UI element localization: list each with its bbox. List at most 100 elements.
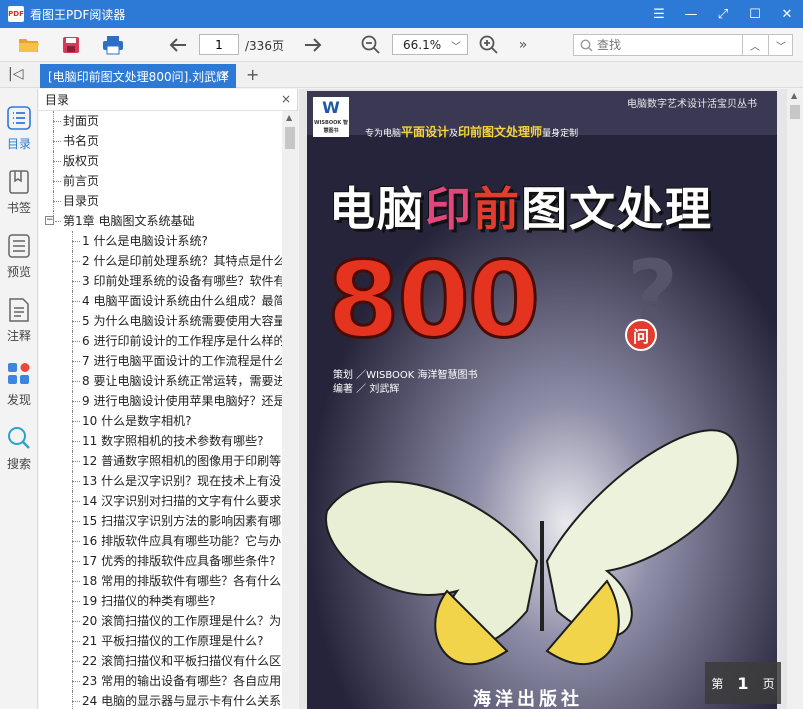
page-indicator-suffix: 页 — [762, 676, 775, 691]
page-indicator-prefix: 第 — [711, 676, 724, 691]
toc-item[interactable]: 书名页 — [39, 131, 282, 151]
save-icon[interactable] — [60, 34, 82, 56]
toc-item[interactable]: 版权页 — [39, 151, 282, 171]
add-tab-button[interactable]: + — [246, 65, 259, 84]
toc-item[interactable]: 15 扫描汉字识别方法的影响因素有哪 — [39, 511, 282, 531]
open-folder-icon[interactable] — [18, 34, 40, 56]
toc-item[interactable]: 4 电脑平面设计系统由什么组成？最简 — [39, 291, 282, 311]
more-icon[interactable]: » — [512, 34, 534, 56]
rail-item-preview[interactable]: 预览 — [0, 233, 38, 291]
tab-label: [电脑印前图文处理800问].刘武辉 — [48, 69, 229, 84]
toc-item[interactable]: 20 滚筒扫描仪的工作原理是什么？为 — [39, 611, 282, 631]
toc-item[interactable]: 22 滚筒扫描仪和平板扫描仪有什么区 — [39, 651, 282, 671]
bookmark-icon — [6, 169, 32, 195]
toc-item[interactable]: 前言页 — [39, 171, 282, 191]
rail-item-bookmarks[interactable]: 书签 — [0, 169, 38, 227]
toc-scrollbar[interactable]: ▲ — [282, 111, 298, 709]
toolbar: /336页 66.1% ﹀ » ︿ ﹀ — [0, 28, 803, 62]
logo-main: W — [322, 98, 340, 117]
tagline-mid: 及 — [449, 129, 459, 139]
title-part-b: 印 — [425, 182, 473, 236]
toc-item-label: 目录页 — [63, 194, 100, 208]
credit-line: 编著 ／ 刘武辉 — [333, 384, 400, 395]
toc-item[interactable]: 封面页 — [39, 111, 282, 131]
search-prev-button[interactable]: ︿ — [742, 35, 767, 55]
arrow-right-icon[interactable] — [302, 34, 324, 56]
close-icon[interactable]: × — [281, 92, 291, 106]
toc-item[interactable]: 8 要让电脑设计系统正常运转，需要进 — [39, 371, 282, 391]
rail-item-discover[interactable]: 发现 — [0, 361, 38, 419]
toc-item[interactable]: 9 进行电脑设计使用苹果电脑好？还是 — [39, 391, 282, 411]
toc-item[interactable]: 14 汉字识别对扫描的文字有什么要求 — [39, 491, 282, 511]
rail-label: 预览 — [6, 265, 31, 279]
toc-item-label: 16 排版软件应具有哪些功能？它与办 — [82, 534, 282, 548]
toc-item[interactable]: 1 什么是电脑设计系统? — [39, 231, 282, 251]
search-next-button[interactable]: ﹀ — [768, 35, 793, 55]
toc-item[interactable]: 6 进行印前设计的工作程序是什么样的 — [39, 331, 282, 351]
toc-item[interactable]: 2 什么是印前处理系统？其特点是什么 — [39, 251, 282, 271]
toc-item[interactable]: 17 优秀的排版软件应具备哪些条件? — [39, 551, 282, 571]
cover-publisher: 海洋出版社 — [473, 689, 583, 709]
toc-item[interactable]: 12 普通数字照相机的图像用于印刷等 — [39, 451, 282, 471]
left-rail: 目录 书签 预览 注释 发现 搜索 — [0, 89, 38, 709]
collapse-icon[interactable]: − — [45, 216, 54, 225]
fullscreen-button[interactable]: ⤢ — [707, 0, 739, 28]
toc-item-label: 21 平板扫描仪的工作原理是什么? — [82, 634, 264, 648]
rail-item-toc[interactable]: 目录 — [0, 105, 38, 163]
toc-item[interactable]: 10 什么是数字相机? — [39, 411, 282, 431]
tab-document[interactable]: [电脑印前图文处理800问].刘武辉 ✕ — [40, 64, 236, 88]
cover-credits: 策划 ／WISBOOK 海洋智慧图书 编著 ／ 刘武辉 — [333, 369, 478, 397]
rail-label: 注释 — [6, 329, 31, 343]
toc-item[interactable]: 24 电脑的显示器与显示卡有什么关系 — [39, 691, 282, 709]
series-name: 电脑数字艺术设计活宝贝丛书 — [627, 99, 757, 110]
toc-item[interactable]: 16 排版软件应具有哪些功能？它与办 — [39, 531, 282, 551]
rail-label: 目录 — [6, 137, 31, 151]
toc-item-label: 24 电脑的显示器与显示卡有什么关系 — [82, 694, 282, 708]
page-total: /336页 — [245, 39, 284, 53]
zoom-out-icon[interactable] — [360, 34, 382, 56]
toc-item-label: 第1章 电脑图文系统基础 — [63, 214, 195, 228]
search-input[interactable] — [597, 38, 737, 52]
rail-item-search[interactable]: 搜索 — [0, 425, 38, 483]
document-scrollbar[interactable]: ▲ — [787, 89, 803, 709]
collapse-sidebar-button[interactable]: |◁ — [8, 66, 23, 82]
toc-item[interactable]: 7 进行电脑平面设计的工作流程是什么 — [39, 351, 282, 371]
scroll-up-icon[interactable]: ▲ — [791, 91, 797, 100]
toc-item[interactable]: 11 数字照相机的技术参数有哪些? — [39, 431, 282, 451]
toc-chapter[interactable]: − 第1章 电脑图文系统基础 — [39, 211, 282, 231]
zoom-select[interactable]: 66.1% ﹀ — [392, 34, 468, 55]
credit-line: 策划 ／WISBOOK 海洋智慧图书 — [333, 370, 478, 381]
rail-item-annotations[interactable]: 注释 — [0, 297, 38, 355]
cover-title: 电脑印前图文处理 — [329, 173, 713, 239]
annotation-icon — [6, 297, 32, 323]
toc-item-label: 版权页 — [63, 154, 100, 168]
toc-item[interactable]: 19 扫描仪的种类有哪些? — [39, 591, 282, 611]
tagline-b: 印前图文处理师 — [458, 125, 543, 139]
minimize-button[interactable]: — — [675, 0, 707, 28]
toc-item[interactable]: 3 印前处理系统的设备有哪些？软件有 — [39, 271, 282, 291]
arrow-left-icon[interactable] — [167, 34, 189, 56]
close-button[interactable]: ✕ — [771, 0, 803, 28]
page-indicator-number: 1 — [737, 673, 749, 693]
toc-item-label: 2 什么是印前处理系统？其特点是什么 — [82, 254, 282, 268]
page-number-input[interactable] — [199, 34, 239, 55]
tab-close-icon[interactable]: ✕ — [221, 68, 230, 81]
toc-item[interactable]: 21 平板扫描仪的工作原理是什么? — [39, 631, 282, 651]
toc-item[interactable]: 23 常用的输出设备有哪些？各自应用 — [39, 671, 282, 691]
toc-item[interactable]: 目录页 — [39, 191, 282, 211]
scroll-up-icon[interactable]: ▲ — [286, 113, 292, 122]
toc-item-label: 14 汉字识别对扫描的文字有什么要求 — [82, 494, 282, 508]
zoom-in-icon[interactable] — [478, 34, 500, 56]
menu-button[interactable]: ☰ — [643, 0, 675, 28]
toc-item[interactable]: 18 常用的排版软件有哪些？各有什么 — [39, 571, 282, 591]
rail-label: 搜索 — [6, 457, 31, 471]
maximize-button[interactable]: ☐ — [739, 0, 771, 28]
print-icon[interactable] — [102, 34, 124, 56]
toc-item[interactable]: 13 什么是汉字识别？现在技术上有没 — [39, 471, 282, 491]
toc-item[interactable]: 5 为什么电脑设计系统需要使用大容量 — [39, 311, 282, 331]
scroll-thumb[interactable] — [285, 127, 295, 149]
wisbook-logo: W WISBOOK 智慧图书 — [313, 97, 349, 137]
toc-item-label: 23 常用的输出设备有哪些？各自应用 — [82, 674, 282, 688]
toc-item-label: 12 普通数字照相机的图像用于印刷等 — [82, 454, 282, 468]
scroll-thumb[interactable] — [790, 105, 800, 119]
